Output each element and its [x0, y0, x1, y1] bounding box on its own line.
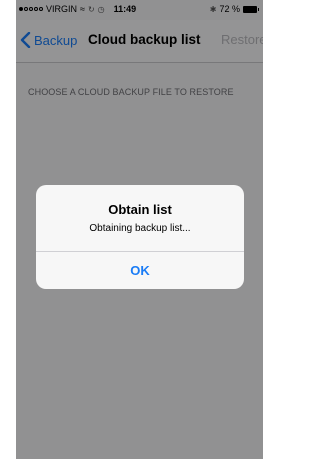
alert-title: Obtain list — [108, 202, 172, 217]
alert-dialog: Obtain list Obtaining backup list... OK — [36, 185, 244, 289]
ok-button[interactable]: OK — [36, 252, 244, 289]
phone-screen: VIRGIN ≈ ↻ ◷ 11:49 ✱ 72 % Backup Cloud b… — [16, 0, 263, 459]
alert-message: Obtaining backup list... — [89, 223, 191, 234]
